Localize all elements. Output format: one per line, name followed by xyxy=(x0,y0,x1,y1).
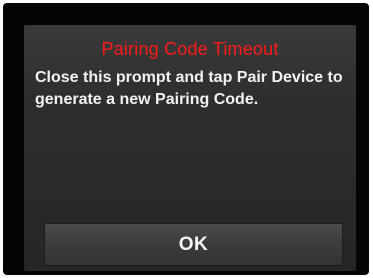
pairing-timeout-dialog: Pairing Code Timeout Close this prompt a… xyxy=(24,25,356,271)
dialog-message: Close this prompt and tap Pair Device to… xyxy=(35,69,343,108)
device-screen-frame: Pairing Code Timeout Close this prompt a… xyxy=(3,3,369,275)
ok-button-label: OK xyxy=(178,233,209,255)
ok-button[interactable]: OK xyxy=(44,223,343,266)
dialog-title: Pairing Code Timeout xyxy=(101,39,279,59)
